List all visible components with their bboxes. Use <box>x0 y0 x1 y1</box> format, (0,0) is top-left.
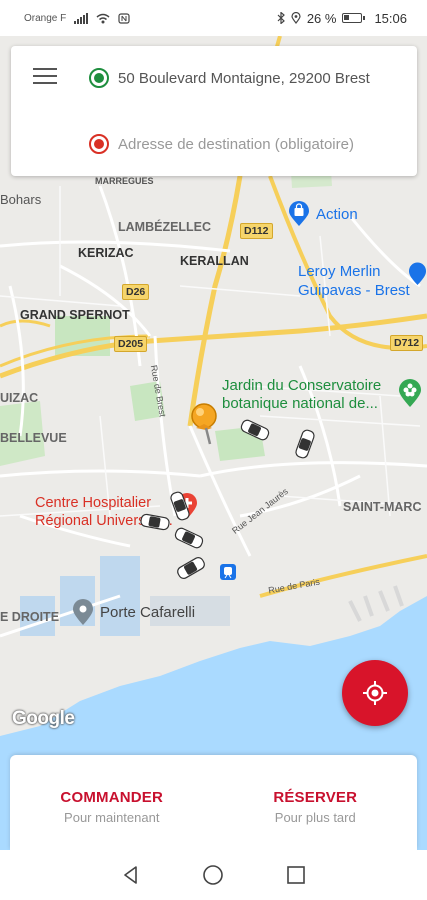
pickup-pin-icon[interactable] <box>184 400 222 448</box>
road-shield-d712: D712 <box>390 335 424 351</box>
system-nav-bar <box>0 850 427 900</box>
home-icon[interactable] <box>198 860 228 890</box>
battery-percent: 26 % <box>306 10 337 26</box>
map-label-droite: E DROITE <box>0 610 60 624</box>
pickup-address-text: 50 Boulevard Montaigne, 29200 Brest <box>118 69 370 87</box>
train-station-icon <box>220 564 236 580</box>
order-now-button[interactable]: COMMANDER Pour maintenant <box>10 755 214 850</box>
nfc-icon <box>118 12 130 24</box>
poi-action[interactable]: Action <box>288 201 358 227</box>
shopping-bag-icon <box>289 201 309 226</box>
my-location-button[interactable] <box>342 660 408 726</box>
signal-icon <box>74 12 89 24</box>
map-label-grand-spernot: GRAND SPERNOT <box>20 308 130 322</box>
poi-action-label: Action <box>316 205 358 223</box>
road-shield-d26: D26 <box>122 284 150 300</box>
book-later-subtitle: Pour plus tard <box>274 810 356 825</box>
back-icon[interactable] <box>116 860 146 890</box>
map-label-lambezellec: LAMBÉZELLEC <box>118 220 212 234</box>
map-label-bohars: Bohars <box>0 192 42 207</box>
carrier-name: Orange F <box>24 12 67 24</box>
address-card: 50 Boulevard Montaigne, 29200 Brest Adre… <box>11 46 417 176</box>
clock: 15:06 <box>374 10 407 26</box>
status-bar: Orange F 26 % 15:06 <box>0 0 427 36</box>
road-shield-d112: D112 <box>240 223 273 239</box>
poi-jardin[interactable]: Jardin du Conservatoire botanique nation… <box>222 377 381 413</box>
wifi-icon <box>96 13 110 23</box>
poi-leroy-merlin-label: Leroy Merlin Guipavas - Brest <box>298 263 410 299</box>
map-label-kerallan: KERALLAN <box>180 254 249 268</box>
map-label-bellevue: BELLEVUE <box>0 431 67 445</box>
poi-leroy-merlin[interactable]: Leroy Merlin Guipavas - Brest <box>298 262 410 300</box>
pickup-dot-icon <box>89 68 109 88</box>
book-later-button[interactable]: RÉSERVER Pour plus tard <box>214 755 418 850</box>
landmark-pin-icon <box>73 599 93 625</box>
booking-panel: COMMANDER Pour maintenant RÉSERVER Pour … <box>10 755 417 850</box>
flower-icon <box>399 379 421 407</box>
poi-jardin-label: Jardin du Conservatoire botanique nation… <box>222 377 382 412</box>
order-now-subtitle: Pour maintenant <box>64 810 160 825</box>
app-screen: Orange F 26 % 15:06 Bohars MARREGUES LAM… <box>0 0 427 900</box>
destination-dot-icon <box>89 134 109 154</box>
order-now-title: COMMANDER <box>60 789 164 806</box>
map-label-saint-marc: SAINT-MARC <box>343 500 422 514</box>
map-label-marregues: MARREGUES <box>95 176 154 186</box>
map-label-kerizac: KERIZAC <box>78 246 134 260</box>
location-icon <box>291 12 301 24</box>
battery-icon <box>342 13 366 23</box>
recents-icon[interactable] <box>281 860 311 890</box>
leroy-merlin-pin-icon <box>409 262 426 285</box>
destination-address-field[interactable]: Adresse de destination (obligatoire) <box>89 134 354 154</box>
book-later-title: RÉSERVER <box>273 789 358 806</box>
road-shield-d205: D205 <box>114 336 148 352</box>
crosshair-icon <box>363 681 387 705</box>
bluetooth-icon <box>277 12 285 24</box>
google-logo: Google <box>12 708 75 729</box>
poi-porte-cafarelli[interactable]: Porte Cafarelli <box>72 598 195 626</box>
pickup-address-field[interactable]: 50 Boulevard Montaigne, 29200 Brest <box>89 68 370 88</box>
menu-icon[interactable] <box>33 68 57 88</box>
map-label-uizac: UIZAC <box>0 391 39 405</box>
destination-placeholder: Adresse de destination (obligatoire) <box>118 135 354 153</box>
poi-porte-cafarelli-label: Porte Cafarelli <box>100 603 196 621</box>
